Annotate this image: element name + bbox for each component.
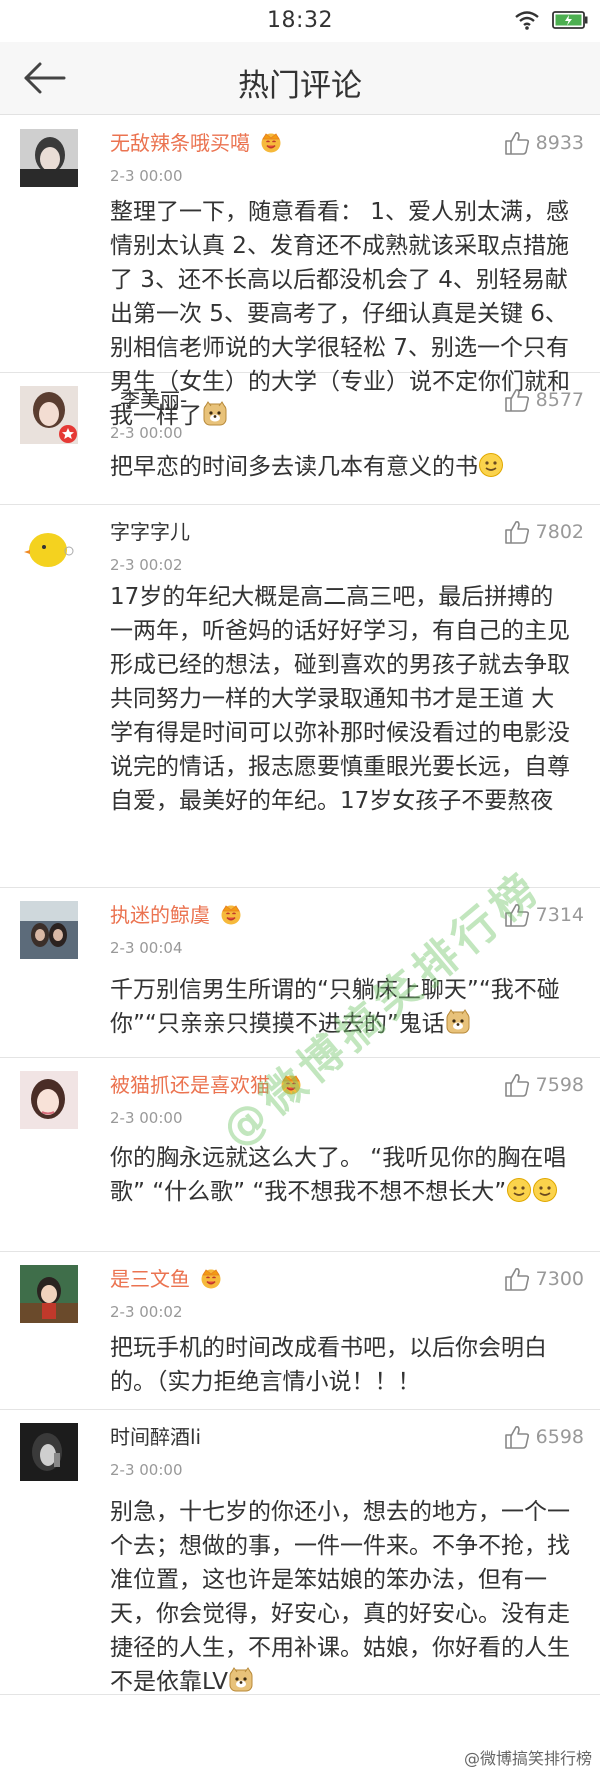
comment-item: 字字字儿 2-3 00:02 7802 17岁的年纪大概是高二高三吧，最后拼搏的…	[0, 504, 600, 888]
username[interactable]: 是三文鱼	[110, 1263, 224, 1292]
battery-icon	[552, 11, 588, 29]
doge-emoji-icon	[228, 1667, 254, 1693]
like-count: 8933	[535, 132, 584, 154]
comment-text: 你的胸永远就这么大了。 “我听见你的胸在唱歌” “什么歌” “我不想我不想不想长…	[110, 1141, 572, 1209]
username-text: 执迷的鲸虞	[110, 903, 210, 927]
like-button[interactable]: 7300	[504, 1265, 584, 1293]
status-bar: 18:32	[0, 0, 600, 42]
navigation-header: 热门评论	[0, 42, 600, 115]
comment-item: _李美丽- 2-3 00:00 8577 把早恋的时间多去读几本有意义的书	[0, 372, 600, 505]
footer-watermark: @微博搞笑排行榜	[463, 1749, 592, 1768]
comment-item: 时间醉酒li 2-3 00:00 6598 别急，十七岁的你还小，想去的地方，一…	[0, 1409, 600, 1695]
comment-text: 把早恋的时间多去读几本有意义的书	[110, 450, 572, 484]
like-count: 7802	[535, 521, 584, 543]
thumbs-up-icon	[504, 1266, 530, 1292]
page-title: 热门评论	[238, 68, 362, 104]
username[interactable]: 无敌辣条哦买噶	[110, 127, 284, 156]
username-text: 是三文鱼	[110, 1267, 190, 1291]
comment-time: 2-3 00:02	[110, 556, 183, 574]
wifi-icon	[515, 11, 539, 30]
username[interactable]: 字字字儿	[110, 516, 190, 545]
like-button[interactable]: 7802	[504, 518, 584, 546]
avatar[interactable]	[20, 1071, 78, 1129]
avatar[interactable]	[20, 129, 78, 187]
avatar[interactable]	[20, 901, 78, 959]
thumbs-up-icon	[504, 519, 530, 545]
like-count: 8577	[535, 389, 584, 411]
comment-text-body: 你的胸永远就这么大了。 “我听见你的胸在唱歌” “什么歌” “我不想我不想不想长…	[110, 1145, 567, 1205]
comment-time: 2-3 00:00	[110, 167, 183, 185]
like-button[interactable]: 8577	[504, 386, 584, 414]
like-count: 6598	[535, 1426, 584, 1448]
vip-crown-icon	[258, 131, 284, 153]
vip-crown-icon	[218, 903, 244, 925]
like-button[interactable]: 7598	[504, 1071, 584, 1099]
smile-emoji-icon	[478, 452, 504, 478]
comment-item: 无敌辣条哦买噶 2-3 00:00 8933 整理了一下，随意看看： 1、爱人别…	[0, 115, 600, 429]
doge-emoji-icon	[445, 1009, 471, 1035]
thumbs-up-icon	[504, 387, 530, 413]
comment-time: 2-3 00:00	[110, 424, 183, 442]
status-time: 18:32	[267, 8, 333, 33]
comment-text-body: 别急，十七岁的你还小，想去的地方，一个一个去；想做的事，一件一件来。不争不抢，找…	[110, 1499, 570, 1695]
comment-item: 是三文鱼 2-3 00:02 7300 把玩手机的时间改成看书吧，以后你会明白的…	[0, 1251, 600, 1410]
like-count: 7598	[535, 1074, 584, 1096]
smile-emoji-icon	[506, 1177, 532, 1203]
avatar[interactable]	[20, 1265, 78, 1323]
like-count: 7300	[535, 1268, 584, 1290]
comment-time: 2-3 00:00	[110, 1461, 183, 1479]
avatar[interactable]	[20, 1423, 78, 1481]
avatar[interactable]	[20, 386, 78, 444]
comment-text: 17岁的年纪大概是高二高三吧，最后拼搏的一两年，听爸妈的话好好学习，有自己的主见…	[110, 584, 570, 814]
username[interactable]: _李美丽-	[110, 384, 187, 413]
comment-time: 2-3 00:00	[110, 1109, 183, 1127]
thumbs-up-icon	[504, 130, 530, 156]
vip-crown-icon	[198, 1267, 224, 1289]
thumbs-up-icon	[504, 1072, 530, 1098]
comment-text: 把玩手机的时间改成看书吧，以后你会明白的。（实力拒绝言情小说！！！	[110, 1335, 547, 1395]
username-text: 无敌辣条哦买噶	[110, 131, 250, 155]
thumbs-up-icon	[504, 1424, 530, 1450]
like-button[interactable]: 6598	[504, 1423, 584, 1451]
username[interactable]: 执迷的鲸虞	[110, 899, 244, 928]
username[interactable]: 时间醉酒li	[110, 1421, 201, 1450]
comment-time: 2-3 00:04	[110, 939, 183, 957]
comment-text: 别急，十七岁的你还小，想去的地方，一个一个去；想做的事，一件一件来。不争不抢，找…	[110, 1495, 572, 1699]
smile-emoji-icon	[532, 1177, 558, 1203]
avatar[interactable]	[20, 518, 78, 576]
comment-text-body: 把早恋的时间多去读几本有意义的书	[110, 454, 478, 480]
like-button[interactable]: 8933	[504, 129, 584, 157]
comment-time: 2-3 00:02	[110, 1303, 183, 1321]
